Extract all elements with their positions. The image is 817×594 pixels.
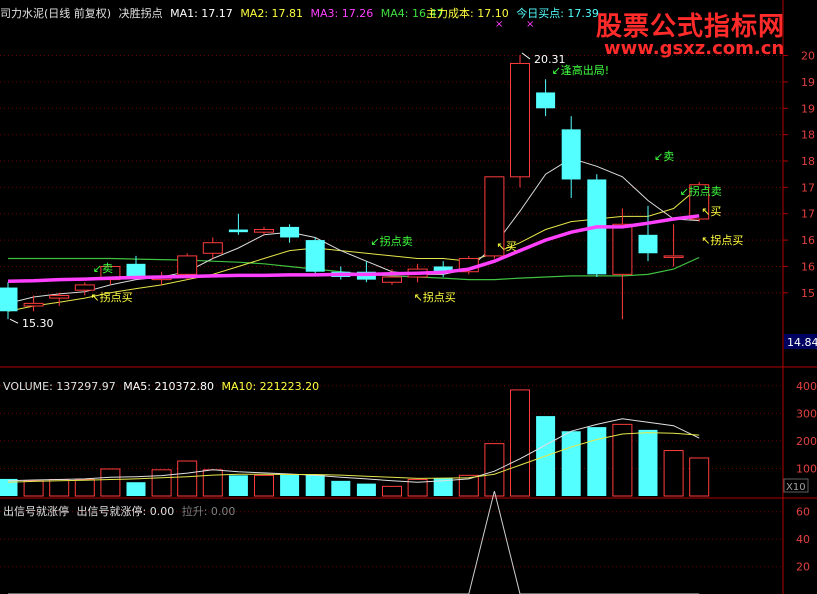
- low-pointer: [9, 318, 19, 324]
- volume-bar: [177, 460, 198, 497]
- volume-bar: [126, 482, 146, 496]
- volume-bar: [356, 483, 376, 496]
- buy-annotation: ↖买: [496, 240, 516, 253]
- ma1-value: MA1: 17.17: [170, 7, 233, 20]
- price-tick-label: 18: [801, 129, 815, 142]
- volume-bar: [49, 478, 70, 497]
- candle-body: [612, 223, 633, 275]
- volume-tick-label: 300: [796, 407, 817, 420]
- indicator-name: 决胜拐点: [118, 7, 163, 20]
- volume-unit-label: X10: [786, 482, 806, 493]
- sell-annotation: ↙卖: [93, 262, 113, 275]
- volume-bar: [382, 485, 402, 497]
- candle: [305, 237, 325, 275]
- buy-point-today: 今日买点: 17.39: [516, 7, 599, 20]
- volume-bar: [280, 474, 300, 496]
- candle: [510, 55, 530, 188]
- candle: [561, 116, 581, 198]
- price-tick-label: 17: [801, 208, 815, 221]
- signal-tick-label: 40: [796, 533, 810, 546]
- stock-name: 司力水泥(日线 前复权): [0, 7, 112, 20]
- volume-bar: [100, 468, 121, 497]
- candle: [228, 213, 248, 235]
- candle-body: [536, 92, 556, 109]
- volume-bar: [663, 450, 684, 497]
- volume-bar: [331, 480, 351, 496]
- volume-bar: [689, 457, 710, 497]
- candle-body: [561, 129, 581, 180]
- rise-value: 拉升: 0.00: [181, 505, 236, 518]
- ma2-value: MA2: 17.81: [240, 7, 304, 20]
- candle-body: [305, 240, 325, 272]
- price-tick-label: 17: [801, 181, 815, 194]
- volume-tick-label: 200: [796, 435, 817, 448]
- volume-ma5: MA5: 210372.80: [123, 380, 214, 393]
- volume-bar: [305, 474, 325, 496]
- volume-bar: [510, 389, 530, 497]
- candle-body: [202, 242, 223, 254]
- volume-bar: [202, 469, 223, 497]
- volume-bar: [561, 431, 581, 496]
- candle: [663, 224, 684, 267]
- volume-label: VOLUME: 137297.97: [3, 380, 116, 393]
- volume-bar: [0, 478, 18, 496]
- turn-buy-annotation: ↖拐点买: [414, 290, 456, 304]
- candle-body: [663, 255, 684, 258]
- candle-body: [23, 302, 44, 307]
- candle-body: [49, 294, 70, 299]
- volume-bar: [23, 480, 44, 497]
- watermark-url: www.gsxz.com.cn: [604, 38, 785, 59]
- candle-body: [126, 263, 146, 277]
- turn-sell-annotation: ↙拐点卖: [370, 234, 412, 248]
- signal-label: 出信号就涨停: [3, 505, 69, 518]
- turn-buy-annotation: ↖拐点买: [701, 233, 743, 247]
- signal-tick-label: 20: [796, 561, 810, 574]
- low-price-label: 15.30: [22, 317, 54, 330]
- signal-value: 出信号就涨停: 0.00: [76, 505, 175, 518]
- marker-x: ×: [526, 19, 534, 30]
- buy-annotation: ↖买: [701, 205, 721, 218]
- candle-body: [638, 234, 658, 254]
- candle: [23, 295, 44, 312]
- price-tick-label: 18: [801, 155, 815, 168]
- volume-tick-label: 400: [796, 380, 817, 393]
- volume-ma10: MA10: 221223.20: [221, 380, 320, 393]
- candle: [0, 282, 18, 320]
- candle: [382, 269, 402, 285]
- main-cost: 主力成本: 17.10: [426, 7, 509, 20]
- turn-sell-annotation: ↙拐点卖: [680, 184, 722, 198]
- price-tick-label: 15: [801, 287, 815, 300]
- marker-x: ×: [495, 19, 503, 30]
- current-price-label: 14.84: [787, 336, 817, 349]
- escape-top-annotation: ↙逢高出局!: [552, 63, 610, 77]
- volume-bar: [587, 427, 607, 496]
- price-tick-label: 19: [801, 76, 815, 89]
- candle-body: [382, 276, 402, 283]
- volume-bar: [484, 443, 505, 497]
- candle-body: [177, 255, 198, 275]
- signal-tick-label: 60: [796, 506, 810, 519]
- price-tick-label: 16: [801, 234, 815, 247]
- price-tick-label: 19: [801, 102, 815, 115]
- volume-bar: [228, 475, 248, 496]
- volume-bar: [74, 478, 95, 497]
- candle-body: [0, 287, 18, 312]
- candle-body: [280, 226, 300, 238]
- volume-bar: [254, 474, 274, 497]
- candle: [536, 79, 556, 117]
- price-tick-label: 16: [801, 260, 815, 273]
- candle-body: [510, 62, 530, 178]
- volume-bar: [638, 429, 658, 496]
- ma3-value: MA3: 17.26: [310, 7, 374, 20]
- candle-body: [228, 229, 248, 233]
- volume-bar: [151, 469, 172, 497]
- turn-buy-annotation: ↖拐点买: [90, 290, 132, 304]
- volume-tick-label: 100: [796, 462, 817, 475]
- candle-body: [74, 284, 95, 291]
- watermark-logo: 股票公式指标网 www.gsxz.com.cn: [590, 4, 812, 62]
- candle-body: [254, 229, 274, 233]
- sell-annotation: ↙卖: [654, 150, 674, 163]
